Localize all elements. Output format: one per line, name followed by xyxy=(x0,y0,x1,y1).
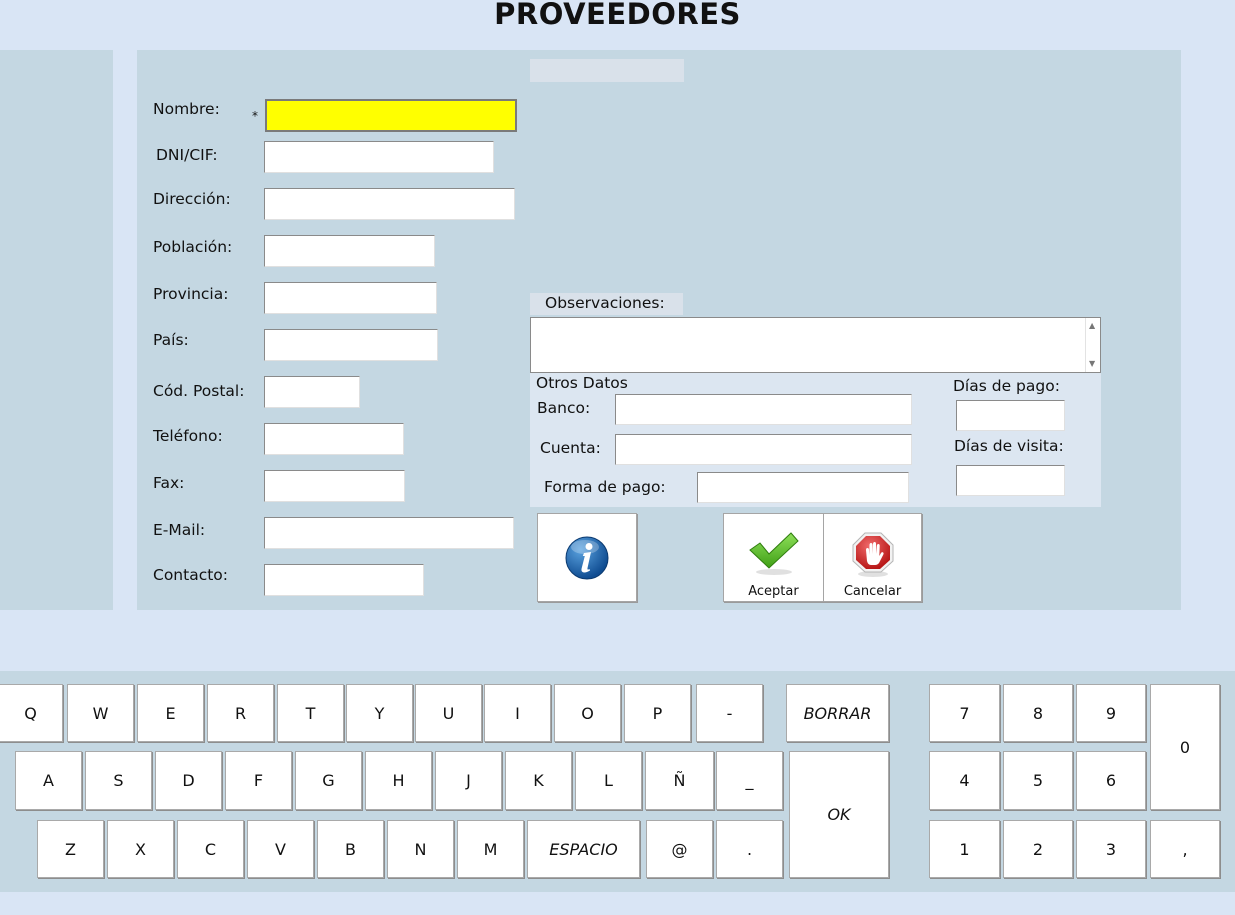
key-y[interactable]: Y xyxy=(346,684,413,742)
key-comma[interactable]: , xyxy=(1150,820,1220,878)
telefono-label: Teléfono: xyxy=(153,427,223,445)
key-2[interactable]: 2 xyxy=(1003,820,1073,878)
nombre-field[interactable] xyxy=(265,99,517,132)
form-header-strip xyxy=(530,59,684,82)
key-f[interactable]: F xyxy=(225,751,292,810)
forma-pago-label: Forma de pago: xyxy=(544,478,666,496)
observaciones-label: Observaciones: xyxy=(530,293,683,315)
accept-label: Aceptar xyxy=(748,584,799,599)
key-a[interactable]: A xyxy=(15,751,82,810)
key-4[interactable]: 4 xyxy=(929,751,1000,810)
required-mark: * xyxy=(252,109,258,123)
dni-field[interactable] xyxy=(264,141,494,173)
key-c[interactable]: C xyxy=(177,820,244,878)
contacto-field[interactable] xyxy=(264,564,424,596)
poblacion-label: Población: xyxy=(153,238,233,256)
key-q[interactable]: Q xyxy=(0,684,63,742)
key-p[interactable]: P xyxy=(624,684,691,742)
otros-datos-title: Otros Datos xyxy=(536,374,628,392)
key-at[interactable]: @ xyxy=(646,820,713,878)
key-h[interactable]: H xyxy=(365,751,432,810)
key-j[interactable]: J xyxy=(435,751,502,810)
key-o[interactable]: O xyxy=(554,684,621,742)
key-underscore[interactable]: _ xyxy=(716,751,783,810)
key-0[interactable]: 0 xyxy=(1150,684,1220,810)
key-d[interactable]: D xyxy=(155,751,222,810)
email-label: E-Mail: xyxy=(153,521,206,539)
pais-field[interactable] xyxy=(264,329,438,361)
fax-field[interactable] xyxy=(264,470,405,502)
provincia-label: Provincia: xyxy=(153,285,229,303)
key-w[interactable]: W xyxy=(67,684,134,742)
forma-pago-field[interactable] xyxy=(697,472,909,503)
key-5[interactable]: 5 xyxy=(1003,751,1073,810)
observaciones-scrollbar[interactable]: ▲ ▼ xyxy=(1085,318,1100,372)
key-m[interactable]: M xyxy=(457,820,524,878)
banco-field[interactable] xyxy=(615,394,912,425)
key-period[interactable]: . xyxy=(716,820,783,878)
cancel-button[interactable]: Cancelar xyxy=(823,513,922,602)
scroll-down-icon[interactable]: ▼ xyxy=(1089,360,1095,368)
key-l[interactable]: L xyxy=(575,751,642,810)
key-dash[interactable]: - xyxy=(696,684,763,742)
fax-label: Fax: xyxy=(153,474,185,492)
stop-hand-icon xyxy=(852,532,893,577)
key-6[interactable]: 6 xyxy=(1076,751,1146,810)
contacto-label: Contacto: xyxy=(153,566,229,584)
key-u[interactable]: U xyxy=(415,684,482,742)
dni-label: DNI/CIF: xyxy=(156,146,218,164)
dias-pago-field[interactable] xyxy=(956,400,1065,431)
direccion-field[interactable] xyxy=(264,188,515,220)
cp-field[interactable] xyxy=(264,376,360,408)
key-s[interactable]: S xyxy=(85,751,152,810)
key-b[interactable]: B xyxy=(317,820,384,878)
side-panel xyxy=(0,50,113,610)
observaciones-textarea[interactable]: ▲ ▼ xyxy=(530,317,1101,373)
cancel-label: Cancelar xyxy=(843,584,902,599)
banco-label: Banco: xyxy=(537,399,591,417)
key-t[interactable]: T xyxy=(277,684,344,742)
page-title: PROVEEDORES xyxy=(494,0,741,31)
ok-key[interactable]: OK xyxy=(789,751,889,878)
checkmark-icon xyxy=(748,532,799,575)
key-z[interactable]: Z xyxy=(37,820,104,878)
dias-visita-label: Días de visita: xyxy=(954,437,1064,455)
key-r[interactable]: R xyxy=(207,684,274,742)
key-7[interactable]: 7 xyxy=(929,684,1000,742)
cp-label: Cód. Postal: xyxy=(153,382,245,400)
key-enye[interactable]: Ñ xyxy=(645,751,714,810)
space-key[interactable]: ESPACIO xyxy=(527,820,640,878)
scroll-up-icon[interactable]: ▲ xyxy=(1089,322,1095,330)
key-v[interactable]: V xyxy=(247,820,314,878)
dias-pago-label: Días de pago: xyxy=(953,377,1060,395)
telefono-field[interactable] xyxy=(264,423,404,455)
key-n[interactable]: N xyxy=(387,820,454,878)
info-icon xyxy=(565,536,609,579)
nombre-label: Nombre: xyxy=(153,100,220,118)
pais-label: País: xyxy=(153,331,189,349)
key-g[interactable]: G xyxy=(295,751,362,810)
key-k[interactable]: K xyxy=(505,751,572,810)
poblacion-field[interactable] xyxy=(264,235,435,267)
accept-button[interactable]: Aceptar xyxy=(723,513,824,602)
key-x[interactable]: X xyxy=(107,820,174,878)
key-i[interactable]: I xyxy=(484,684,551,742)
dias-visita-field[interactable] xyxy=(956,465,1065,496)
cuenta-field[interactable] xyxy=(615,434,912,465)
direccion-label: Dirección: xyxy=(153,190,231,208)
key-3[interactable]: 3 xyxy=(1076,820,1146,878)
email-field[interactable] xyxy=(264,517,514,549)
info-button[interactable] xyxy=(537,513,637,602)
key-8[interactable]: 8 xyxy=(1003,684,1073,742)
key-1[interactable]: 1 xyxy=(929,820,1000,878)
borrar-key[interactable]: BORRAR xyxy=(786,684,889,742)
key-9[interactable]: 9 xyxy=(1076,684,1146,742)
provincia-field[interactable] xyxy=(264,282,437,314)
key-e[interactable]: E xyxy=(137,684,204,742)
cuenta-label: Cuenta: xyxy=(540,439,601,457)
